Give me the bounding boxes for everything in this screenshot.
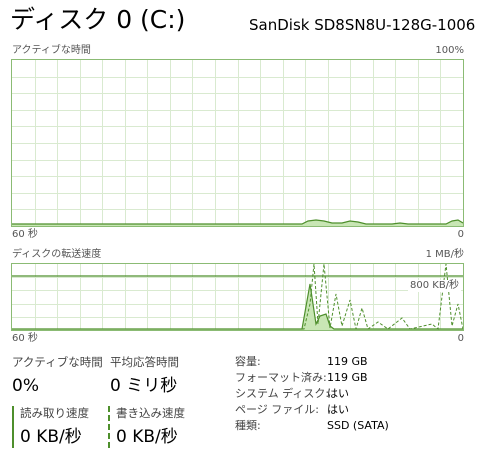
response-time-stat-value: 0 ミリ秒: [110, 376, 178, 396]
disk-title: ディスク 0 (C:): [10, 5, 186, 34]
property-value: 119 GB: [327, 355, 368, 368]
property-value: SSD (SATA): [327, 419, 389, 432]
transfer-graph-label: ディスクの転送速度: [12, 249, 102, 260]
property-key: フォーマット済み:: [235, 371, 327, 384]
write-speed-indicator: [108, 406, 110, 448]
active-time-graph-time: 60 秒: [12, 229, 38, 240]
property-key: 容量:: [235, 355, 261, 368]
property-key: 種類:: [235, 419, 261, 432]
property-value: はい: [327, 403, 349, 416]
property-value: 119 GB: [327, 371, 368, 384]
transfer-grid: [12, 264, 463, 330]
active-time-stat-label: アクティブな時間: [12, 355, 103, 369]
active-time-grid: [12, 60, 463, 226]
transfer-graph-time: 60 秒: [12, 333, 38, 344]
active-time-stat-value: 0%: [12, 376, 39, 396]
active-time-graph-max: 100%: [435, 45, 464, 56]
transfer-graph-reference-label: 800 KB/秒: [408, 280, 462, 292]
property-key: システム ディスク:: [235, 387, 330, 400]
read-speed-value: 0 KB/秒: [20, 427, 82, 447]
read-speed-indicator: [12, 406, 14, 448]
property-row: 種類: SSD (SATA): [235, 418, 389, 434]
property-row: ページ ファイル: はい: [235, 402, 389, 418]
transfer-graph-max: 1 MB/秒: [425, 249, 464, 260]
disk-model: SanDisk SD8SN8U-128G-1006: [249, 16, 476, 34]
read-speed-label: 読み取り速度: [20, 406, 89, 420]
transfer-graph-min: 0: [457, 333, 464, 344]
response-time-stat-label: 平均応答時間: [110, 355, 179, 369]
write-speed-value: 0 KB/秒: [116, 427, 178, 447]
property-key: ページ ファイル:: [235, 403, 319, 416]
active-time-graph-label: アクティブな時間: [12, 45, 91, 56]
property-row: フォーマット済み: 119 GB: [235, 370, 389, 386]
properties-list: 容量: 119 GB フォーマット済み: 119 GB システム ディスク: は…: [235, 354, 389, 434]
property-row: 容量: 119 GB: [235, 354, 389, 370]
write-speed-label: 書き込み速度: [116, 406, 185, 420]
active-time-graph: [11, 59, 464, 227]
property-value: はい: [327, 387, 349, 400]
property-row: システム ディスク: はい: [235, 386, 389, 402]
active-time-graph-canvas: [12, 60, 463, 226]
active-time-graph-min: 0: [457, 229, 464, 240]
transfer-graph: [11, 263, 464, 331]
transfer-graph-canvas: [12, 264, 463, 330]
